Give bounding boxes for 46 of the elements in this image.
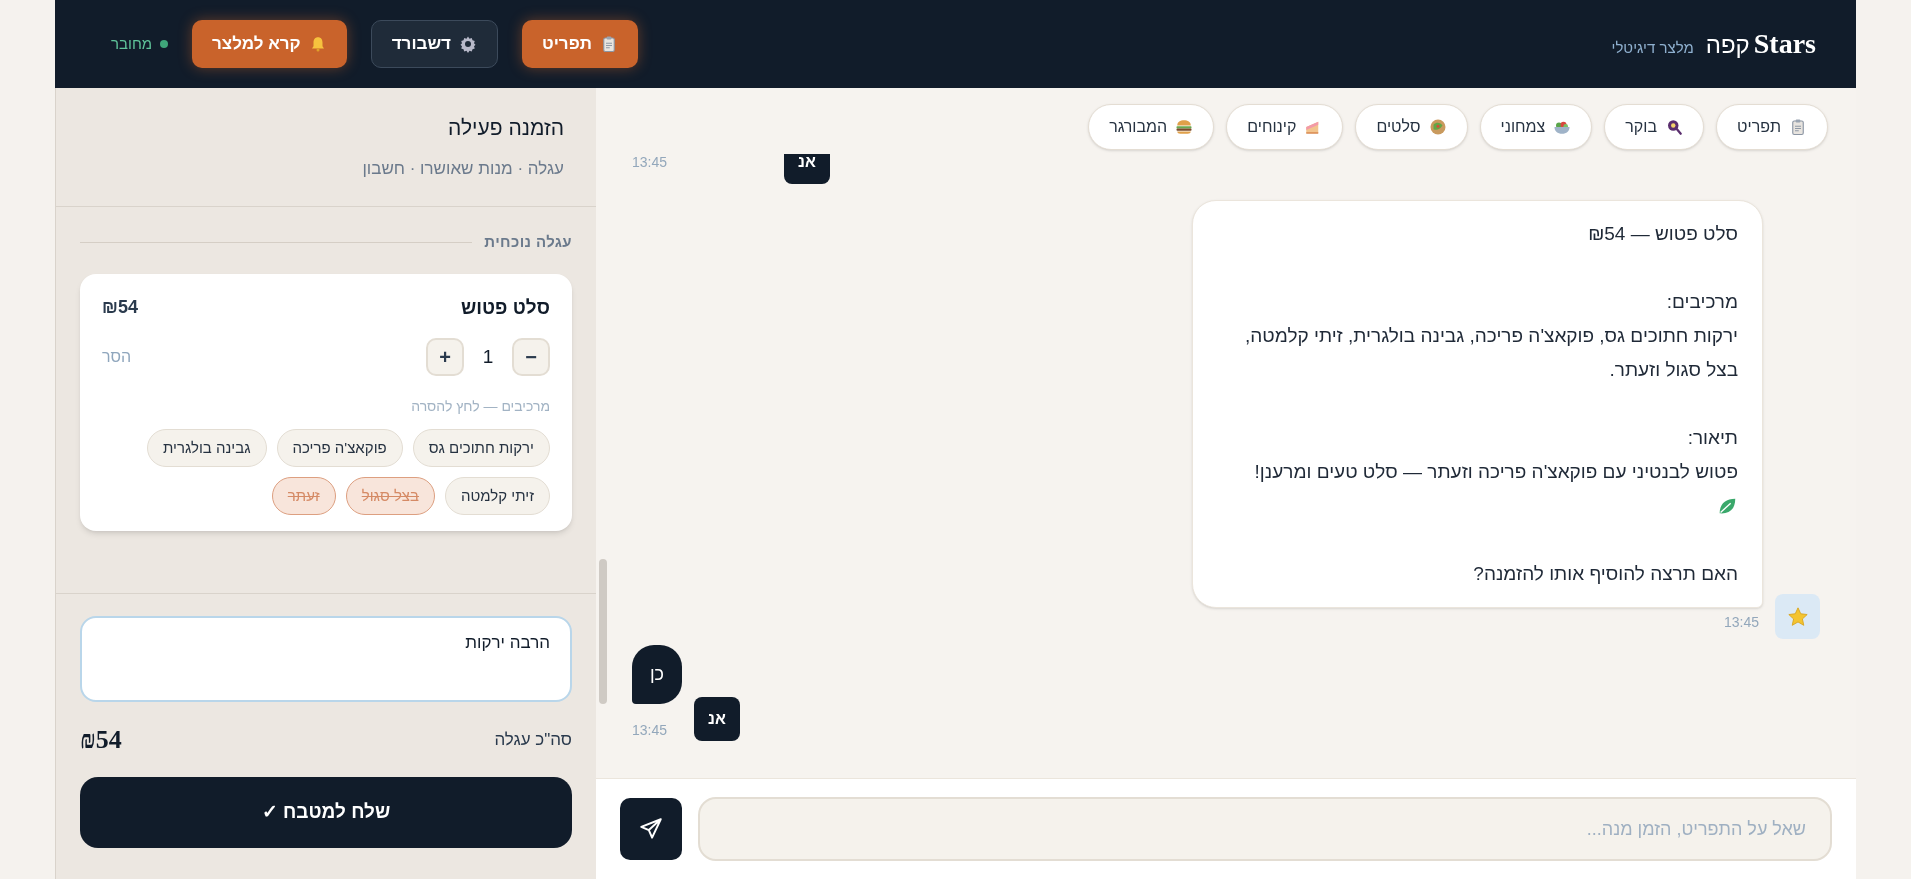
ingredient-chip[interactable]: גבינה בולגרית — [146, 429, 267, 467]
message-bubble: כן — [632, 645, 682, 704]
dashboard-button[interactable]: דשבורד — [370, 20, 498, 68]
app-subtitle: מלצר דיגיטלי — [1611, 38, 1694, 58]
quick-reply-chip[interactable]: תפריט — [1716, 104, 1828, 150]
send-button[interactable] — [620, 798, 682, 860]
message-bubble: סלט פטוש — ₪54 מרכיבים: ירקות חתוכים גס, פוקאצ'ה פריכה, גבינה בולגרית, זיתי קלמטה, בצל סגול וזעתר. תיאור: פטוש לבנטיני עם פוקאצ'ה פריכה וזעתר — סלט טעים ומרענן! האם תרצה להוסיף אותו להזמנה? — [1192, 200, 1763, 608]
burger-icon — [1175, 118, 1194, 136]
clipboard-icon — [1789, 118, 1807, 136]
notes-field[interactable]: הרבה ירקות — [80, 616, 572, 702]
panel-subtitle: עגלה · מנות שאושרו · חשבון — [361, 157, 564, 180]
brand-name: Stars — [1753, 27, 1816, 61]
connection-status: מחובר — [111, 33, 153, 54]
quick-reply-chip[interactable]: בוקר — [1604, 104, 1705, 150]
quick-reply-chip[interactable]: סלטים — [1355, 104, 1468, 150]
call-waiter-button[interactable]: קרא למלצר — [192, 20, 347, 68]
total-amount: ₪54 — [80, 724, 122, 756]
message-input-field[interactable]: שאל על התפריט, הזמן מנה... — [698, 797, 1832, 861]
ingredient-chip[interactable]: פוקאצ'ה פריכה — [276, 429, 403, 467]
brand-suffix: קפה — [1705, 30, 1750, 60]
quick-reply-chip[interactable]: צמחוני — [1479, 104, 1593, 150]
item-name: סלט פטוש — [461, 295, 550, 320]
section-label: עגלה נוכחית — [484, 232, 572, 252]
send-to-kitchen-button[interactable]: שלח למטבח ✓ — [80, 777, 572, 848]
ingredients-hint: מרכיבים — לחץ להסרה — [410, 397, 550, 416]
ingredient-chip[interactable]: ירקות חתוכים גס — [412, 429, 550, 467]
magnifier-icon — [1665, 118, 1684, 136]
user-avatar: אנ — [784, 154, 830, 184]
total-label: סה"כ עגלה — [494, 728, 572, 751]
decrease-button[interactable]: − — [512, 338, 550, 376]
message-time: 13:45 — [632, 721, 668, 740]
user-avatar: אנ — [694, 697, 740, 741]
menu-button[interactable]: תפריט — [522, 20, 638, 68]
quantity-value: 1 — [481, 344, 495, 369]
panel-title: הזמנה פעילה — [447, 115, 564, 141]
gear-icon — [459, 35, 477, 53]
increase-button[interactable]: + — [426, 338, 464, 376]
quick-reply-chip[interactable]: המבורגר — [1088, 104, 1215, 150]
quick-reply-chip[interactable]: קינוחים — [1226, 104, 1344, 150]
message-time: 13:45 — [632, 154, 668, 172]
item-price: ₪54 — [102, 296, 138, 320]
message-time: 13:45 — [1723, 613, 1760, 632]
wrap-icon — [1428, 118, 1447, 136]
ingredient-chip[interactable]: זיתי קלמטה — [445, 477, 550, 515]
send-icon — [638, 816, 664, 842]
star-icon — [1786, 605, 1809, 628]
